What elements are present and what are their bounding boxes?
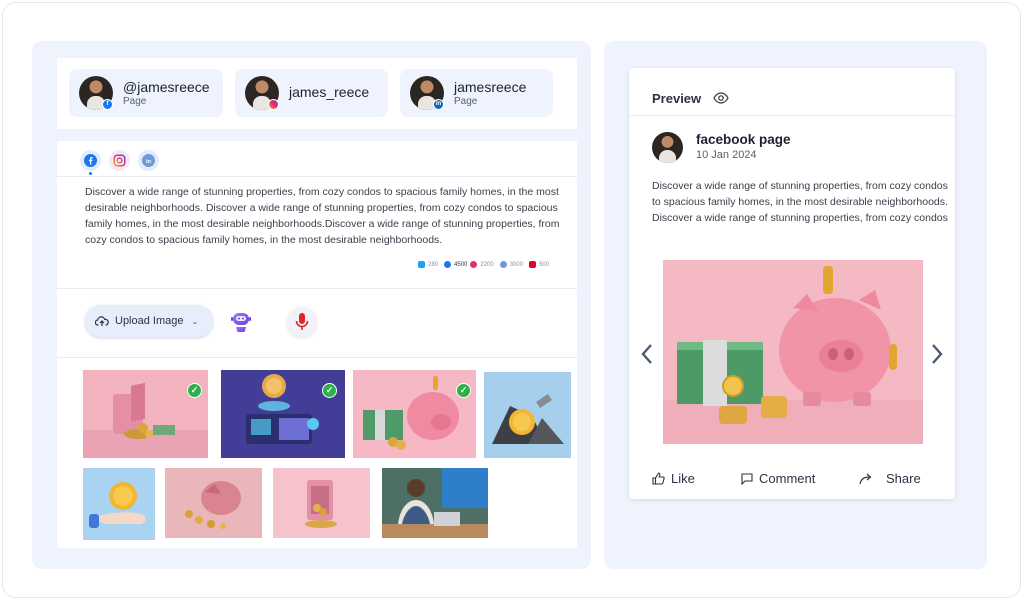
chevron-left-icon[interactable] [640,343,654,365]
character-limits: 280 4500 2200 3000 500 [418,261,549,268]
chevron-right-icon[interactable] [930,343,944,365]
share-label: Share [886,471,921,486]
comment-label: Comment [759,471,816,486]
selected-check-icon: ✓ [456,383,471,398]
microphone-icon [295,313,309,330]
selected-check-icon: ✓ [322,383,337,398]
account-chip-linkedin[interactable]: in jamesreece Page [400,69,553,117]
pinterest-icon [529,261,537,268]
pink-safe-coins-image[interactable] [83,370,208,458]
voice-input-button[interactable] [287,307,317,337]
comment-button[interactable]: Comment [741,471,815,486]
facebook-icon [444,261,452,268]
thumbs-up-icon [652,472,665,485]
preview-title: Preview [652,91,702,106]
facebook-icon[interactable] [80,150,101,171]
facebook-limit: 4500 [454,261,468,268]
preview-post-text: Discover a wide range of stunning proper… [652,180,948,224]
pinterest-limit: 500 [539,261,550,268]
divider [629,115,955,116]
account-type: Page [123,96,147,107]
linkedin-badge-icon: in [433,99,444,110]
broken-piggy-image[interactable] [165,468,262,538]
twitter-icon [418,261,425,268]
instagram-icon [470,261,478,268]
account-type: Page [454,96,478,107]
instagram-limit: 2200 [480,261,494,268]
account-chip-instagram[interactable]: james_reece [235,69,388,117]
account-chip-facebook[interactable]: f @jamesreece Page [69,69,223,117]
divider [57,288,577,289]
open-safe-coins-image[interactable] [273,468,370,538]
preview-image-piggy-bank [663,260,923,444]
selected-check-icon: ✓ [187,383,202,398]
upload-image-button[interactable]: Upload Image ⌄ [85,305,213,337]
account-name: james_reece [289,84,370,100]
share-icon [859,473,872,484]
facebook-badge-icon: f [102,99,113,110]
avatar [652,132,683,163]
account-name: jamesreece [454,79,527,95]
upload-label: Upload Image [115,315,184,327]
hand-coin-image[interactable] [83,468,155,540]
twitter-limit: 280 [428,261,439,268]
linkedin-icon[interactable]: in [138,150,159,171]
preview-page-name: facebook page [696,132,791,147]
svg-text:in: in [146,159,152,165]
post-text-editor[interactable]: Discover a wide range of stunning proper… [85,184,560,248]
share-button[interactable]: Share [859,471,921,486]
man-laptop-image[interactable] [382,468,488,538]
linkedin-limit: 3000 [509,261,524,268]
coin-rocks-image[interactable] [484,372,571,458]
instagram-badge-icon [268,99,279,110]
preview-date: 10 Jan 2024 [696,149,757,161]
divider [57,357,577,358]
ai-assistant-button[interactable] [226,307,256,337]
divider [57,176,577,177]
instagram-icon[interactable] [109,150,130,171]
robot-icon [231,313,251,332]
linkedin-icon [499,261,507,268]
eye-icon[interactable] [713,92,729,104]
piggy-bank-cash-image[interactable] [353,370,476,458]
like-label: Like [671,471,695,486]
like-button[interactable]: Like [652,471,695,486]
account-name: @jamesreece [123,79,210,95]
comment-icon [741,472,753,485]
chevron-down-icon: ⌄ [191,316,199,326]
cloud-upload-icon [95,316,109,326]
active-tab-indicator [89,172,92,175]
